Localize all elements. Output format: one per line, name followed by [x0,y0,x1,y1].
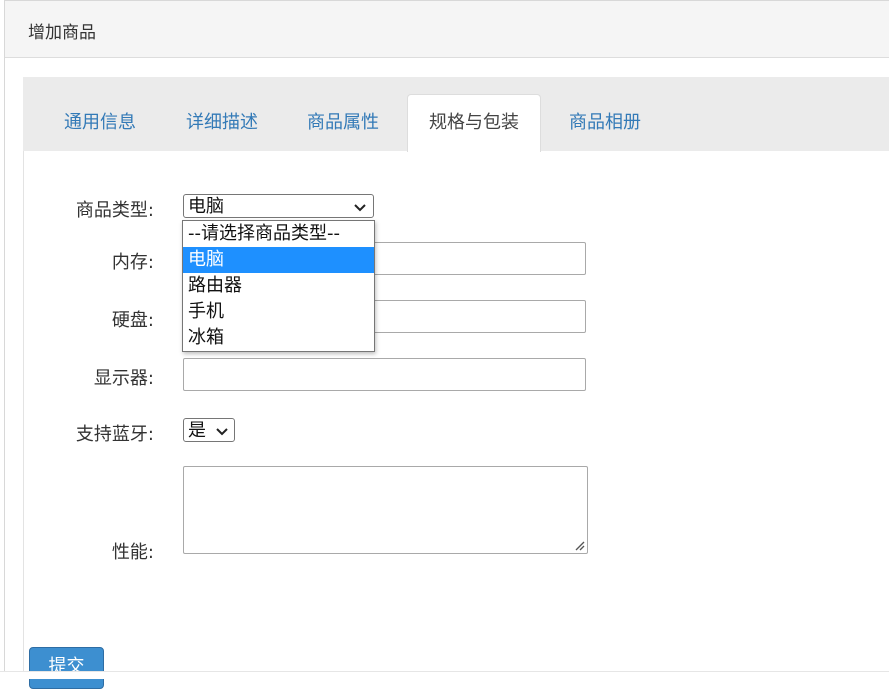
bluetooth-label: 支持蓝牙: [75,424,154,445]
dropdown-option[interactable]: 冰箱 [183,325,374,351]
product-type-dropdown-list: --请选择商品类型-- 电脑 路由器 手机 冰箱 [182,220,375,352]
tab-product-attributes[interactable]: 商品属性 [286,95,400,151]
dropdown-option[interactable]: --请选择商品类型-- [183,221,374,247]
performance-label: 性能: [111,542,154,563]
tab-bar: 通用信息 详细描述 商品属性 规格与包装 商品相册 [23,77,889,152]
page-title: 增加商品 [28,23,96,43]
product-type-select[interactable]: 电脑 [183,194,374,218]
bluetooth-value: 是 [188,420,206,441]
panel-heading: 增加商品 [5,1,889,58]
chevron-down-icon [354,204,366,212]
product-type-label: 商品类型: [75,200,154,221]
display-label: 显示器: [93,368,154,389]
tab-general-info[interactable]: 通用信息 [43,95,157,151]
product-type-value: 电脑 [188,196,224,217]
display-input[interactable] [183,358,586,391]
tab-detail-description[interactable]: 详细描述 [165,95,279,151]
disk-label: 硬盘: [111,310,154,331]
bluetooth-select[interactable]: 是 [183,418,235,442]
resize-grip-icon[interactable] [574,540,585,551]
submit-button[interactable]: 提交 [29,647,104,689]
dropdown-option[interactable]: 手机 [183,299,374,325]
memory-label: 内存: [111,252,154,273]
chevron-down-icon [216,428,228,436]
tab-spec-packaging[interactable]: 规格与包装 [407,94,541,152]
performance-textarea[interactable] [183,466,588,554]
tab-product-album[interactable]: 商品相册 [548,95,662,151]
content-divider [23,151,24,678]
dropdown-option[interactable]: 路由器 [183,273,374,299]
dropdown-option-selected[interactable]: 电脑 [183,247,374,273]
